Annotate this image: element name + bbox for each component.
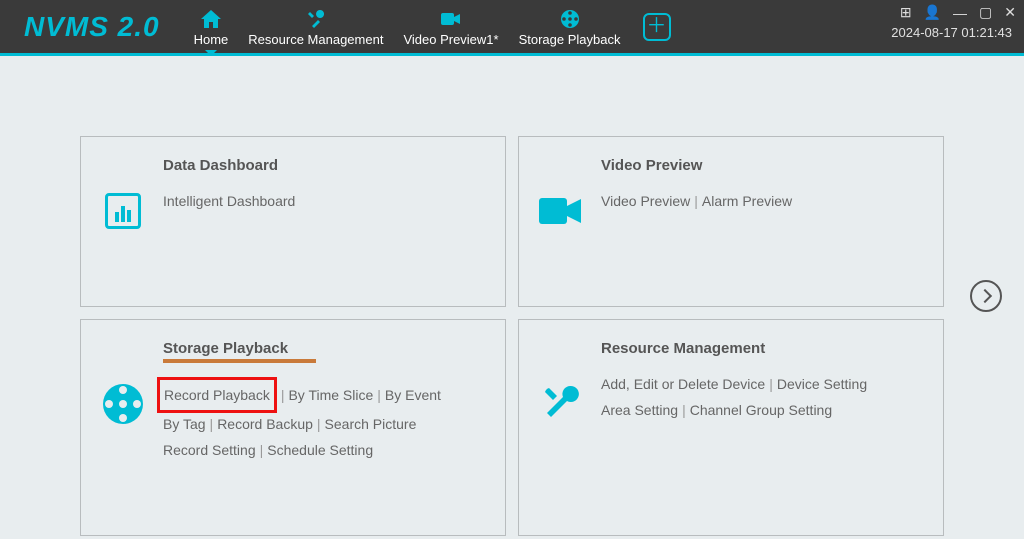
tab-video-preview[interactable]: Video Preview1* <box>393 0 508 53</box>
camera-icon <box>539 189 583 233</box>
reel-icon <box>101 382 145 426</box>
reel-icon <box>560 8 580 30</box>
highlight-box: Record Playback <box>157 377 277 413</box>
tab-label: Video Preview1* <box>403 32 498 47</box>
user-icon[interactable]: 👤 <box>924 4 941 21</box>
link-intelligent-dashboard[interactable]: Intelligent Dashboard <box>163 193 295 209</box>
link-schedule-setting[interactable]: Schedule Setting <box>267 442 373 458</box>
link-search-picture[interactable]: Search Picture <box>325 416 417 432</box>
tab-strip: Home Resource Management Video Preview1*… <box>184 0 671 53</box>
card-title: Resource Management <box>601 340 925 357</box>
link-device-setting[interactable]: Device Setting <box>777 376 867 392</box>
titlebar: NVMS 2.0 Home Resource Management Video … <box>0 0 1024 56</box>
link-channel-group-setting[interactable]: Channel Group Setting <box>690 402 832 418</box>
close-button[interactable]: ✕ <box>1004 4 1016 21</box>
dashboard-icon <box>101 189 145 233</box>
link-alarm-preview[interactable]: Alarm Preview <box>702 193 792 209</box>
link-area-setting[interactable]: Area Setting <box>601 402 678 418</box>
timestamp: 2024-08-17 01:21:43 <box>891 25 1012 40</box>
link-add-edit-delete-device[interactable]: Add, Edit or Delete Device <box>601 376 765 392</box>
link-by-event[interactable]: By Event <box>385 387 441 403</box>
card-resource-management: Resource Management Add, Edit or Delete … <box>518 319 944 537</box>
tab-label: Resource Management <box>248 32 383 47</box>
link-record-playback[interactable]: Record Playback <box>164 387 270 403</box>
minimize-button[interactable]: — <box>953 5 967 21</box>
add-tab-button[interactable]: ＋ <box>643 13 671 41</box>
card-storage-playback: Storage Playback Record Playback|By Time… <box>80 319 506 537</box>
card-title: Video Preview <box>601 157 925 174</box>
link-by-time-slice[interactable]: By Time Slice <box>288 387 373 403</box>
tab-storage-playback[interactable]: Storage Playback <box>509 0 631 53</box>
home-content: Data Dashboard Intelligent Dashboard Vid… <box>0 56 1024 536</box>
link-by-tag[interactable]: By Tag <box>163 416 206 432</box>
app-logo: NVMS 2.0 <box>0 0 184 53</box>
tab-home[interactable]: Home <box>184 0 239 53</box>
camera-icon <box>441 8 461 30</box>
tab-label: Home <box>194 32 229 47</box>
tab-label: Storage Playback <box>519 32 621 47</box>
maximize-button[interactable]: ▢ <box>979 4 992 21</box>
card-title: Data Dashboard <box>163 157 487 174</box>
card-data-dashboard: Data Dashboard Intelligent Dashboard <box>80 136 506 307</box>
card-title: Storage Playback <box>163 340 316 363</box>
tab-resource-management[interactable]: Resource Management <box>238 0 393 53</box>
link-record-backup[interactable]: Record Backup <box>217 416 313 432</box>
window-controls-area: ⊞ 👤 — ▢ ✕ 2024-08-17 01:21:43 <box>883 0 1024 53</box>
next-page-button[interactable] <box>970 280 1002 312</box>
card-video-preview: Video Preview Video Preview|Alarm Previe… <box>518 136 944 307</box>
grid-icon[interactable]: ⊞ <box>900 4 912 21</box>
link-record-setting[interactable]: Record Setting <box>163 442 256 458</box>
tools-icon <box>539 382 583 426</box>
tools-icon <box>306 8 326 30</box>
link-video-preview[interactable]: Video Preview <box>601 193 690 209</box>
home-icon <box>201 8 221 30</box>
